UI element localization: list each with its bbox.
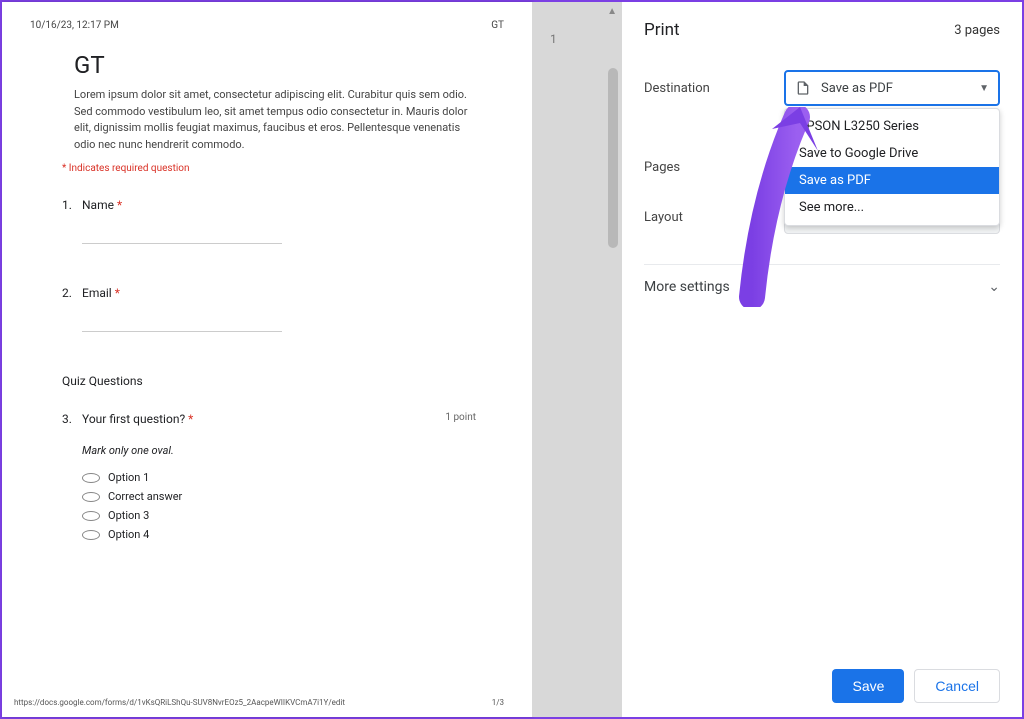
- scroll-up-icon[interactable]: ▲: [607, 6, 617, 17]
- doc-footer-url: https://docs.google.com/forms/d/1vKsQRiL…: [14, 698, 345, 707]
- q2-number: 2.: [62, 286, 82, 362]
- doc-title: GT: [30, 51, 504, 79]
- q1-label: Name *: [82, 198, 504, 212]
- more-settings-label: More settings: [644, 279, 730, 295]
- save-button[interactable]: Save: [832, 669, 904, 703]
- document-page-1: 10/16/23, 12:17 PM GT GT Lorem ipsum dol…: [2, 2, 532, 717]
- destination-select[interactable]: Save as PDF ▼: [784, 70, 1000, 106]
- q1-number: 1.: [62, 198, 82, 274]
- dropdown-item-pdf[interactable]: Save as PDF: [785, 167, 999, 194]
- destination-dropdown: EPSON L3250 Series Save to Google Drive …: [784, 108, 1000, 226]
- thumbnail-page-number: 1: [550, 32, 557, 46]
- doc-description: Lorem ipsum dolor sit amet, consectetur …: [30, 87, 504, 153]
- print-sidebar: Print 3 pages Destination Save as PDF ▼ …: [622, 2, 1022, 717]
- dropdown-item-more[interactable]: See more...: [785, 194, 999, 221]
- required-note: * Indicates required question: [30, 163, 504, 174]
- cancel-button[interactable]: Cancel: [914, 669, 1000, 703]
- oval-icon: [82, 492, 100, 502]
- sidebar-title: Print: [644, 20, 680, 40]
- dropdown-item-gdrive[interactable]: Save to Google Drive: [785, 140, 999, 167]
- q3-option-2: Correct answer: [82, 490, 504, 503]
- doc-header-date: 10/16/23, 12:17 PM: [30, 20, 119, 31]
- q3-label: Your first question? *: [82, 412, 193, 426]
- caret-down-icon: ▼: [979, 83, 989, 94]
- q2-answer-line: [82, 310, 282, 332]
- dropdown-item-epson[interactable]: EPSON L3250 Series: [785, 113, 999, 140]
- doc-header-title: GT: [491, 20, 504, 31]
- doc-footer-page: 1/3: [492, 698, 504, 707]
- q3-option-3: Option 3: [82, 509, 504, 522]
- q3-instruction: Mark only one oval.: [82, 444, 504, 457]
- thumbnail-column: 1 ▲: [532, 2, 622, 717]
- print-preview-pane: 10/16/23, 12:17 PM GT GT Lorem ipsum dol…: [2, 2, 622, 717]
- chevron-down-icon: ⌄: [988, 279, 1000, 295]
- q3-number: 3.: [62, 412, 82, 547]
- destination-value: Save as PDF: [821, 81, 893, 96]
- pdf-file-icon: [795, 79, 811, 97]
- layout-label: Layout: [644, 210, 784, 225]
- more-settings-toggle[interactable]: More settings ⌄: [644, 264, 1000, 295]
- q3-option-1: Option 1: [82, 471, 504, 484]
- page-count: 3 pages: [954, 23, 1000, 38]
- q2-label: Email *: [82, 286, 504, 300]
- destination-label: Destination: [644, 81, 784, 96]
- oval-icon: [82, 511, 100, 521]
- scrollbar-thumb[interactable]: [608, 68, 618, 248]
- q3-points: 1 point: [445, 412, 476, 423]
- oval-icon: [82, 473, 100, 483]
- oval-icon: [82, 530, 100, 540]
- section-title: Quiz Questions: [30, 374, 504, 388]
- pages-label: Pages: [644, 160, 784, 175]
- q3-option-4: Option 4: [82, 528, 504, 541]
- q1-answer-line: [82, 222, 282, 244]
